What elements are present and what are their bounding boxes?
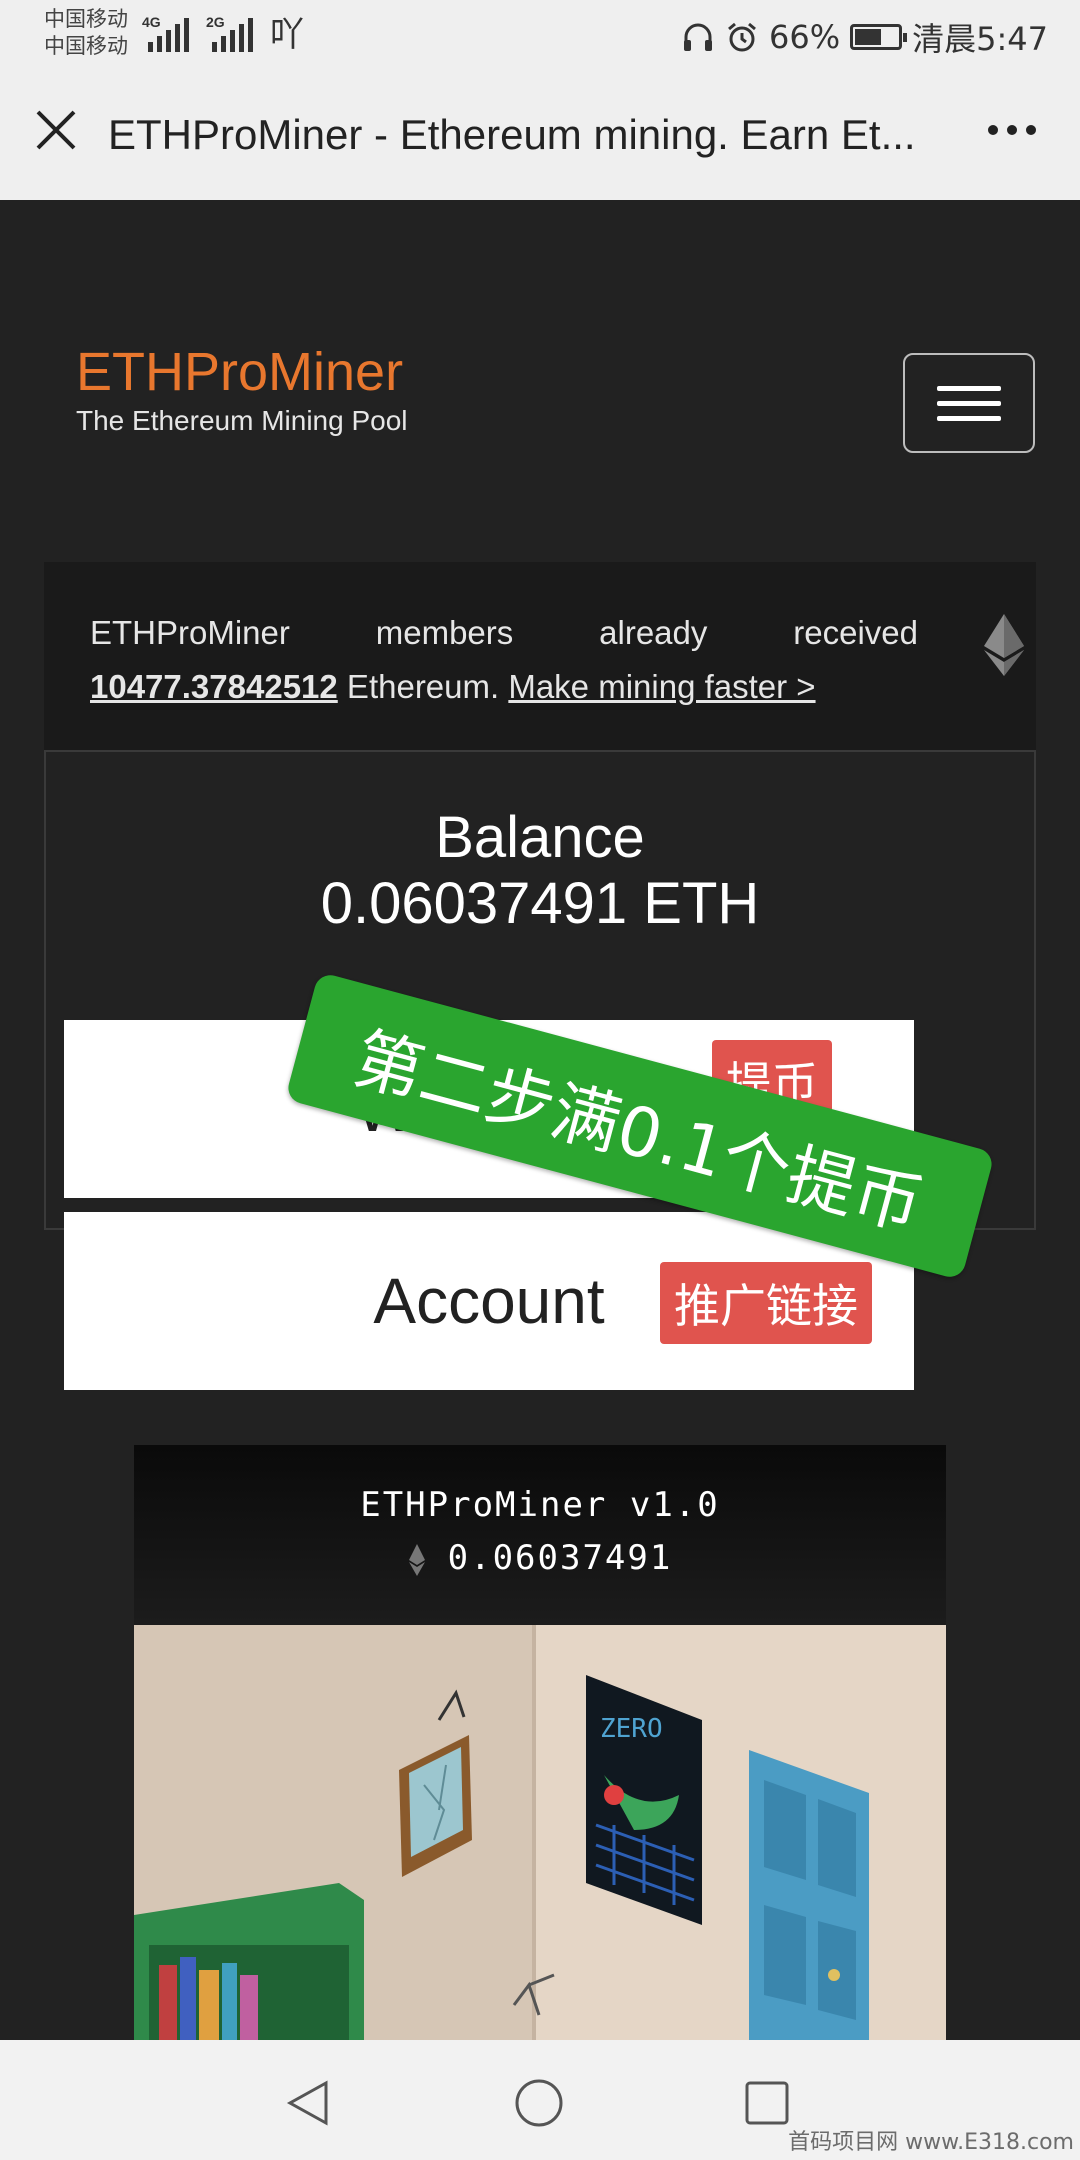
hamburger-menu-icon[interactable] [903, 353, 1035, 453]
web-content: ETHProMiner The Ethereum Mining Pool ETH… [0, 200, 1080, 2040]
notice-word: already [599, 614, 708, 651]
ethereum-icon [408, 1543, 425, 1576]
back-triangle-icon[interactable] [286, 2080, 330, 2126]
status-right: 66% 清晨5:47 [681, 14, 1048, 60]
watermark: 首码项目网 www.E318.com [788, 2130, 1074, 2155]
more-dots-icon[interactable] [988, 125, 1036, 135]
android-nav-bar: 首码项目网 www.E318.com [0, 2040, 1080, 2160]
game-header: ETHProMiner v1.0 0.06037491 [134, 1445, 946, 1625]
site-tagline: The Ethereum Mining Pool [76, 405, 408, 436]
blue-door [749, 1750, 869, 2040]
notice-unit: Ethereum. [337, 668, 509, 705]
alarm-icon [728, 22, 756, 52]
game-title: ETHProMiner v1.0 [360, 1485, 720, 1525]
browser-top-bar: ETHProMiner - Ethereum mining. Earn Et..… [0, 70, 1080, 200]
ethereum-icon [984, 614, 1024, 676]
hear-app-icon: 吖 [270, 15, 304, 55]
clock: 清晨5:47 [912, 20, 1048, 58]
battery-icon [850, 24, 908, 50]
battery-fill [855, 29, 882, 45]
total-received-amount: 10477.37842512 [90, 668, 338, 705]
status-bar: 中国移动 中国移动 4G 2G 吖 66% 清晨5:47 [0, 0, 1080, 70]
signal-icon-1 [148, 14, 189, 52]
signal-icon-2 [212, 14, 253, 52]
battery-percent: 66% [769, 18, 841, 56]
svg-text:ZERO: ZERO [600, 1714, 663, 1744]
make-mining-faster-link[interactable]: Make mining faster > [508, 668, 815, 705]
account-tag: 推广链接 [660, 1262, 872, 1344]
game-balance: 0.06037491 [447, 1538, 673, 1578]
balance-value: 0.06037491 ETH [320, 871, 760, 936]
notice-word: ETHProMiner [90, 614, 290, 651]
notice-word: received [793, 614, 918, 651]
site-brand[interactable]: ETHProMiner [76, 340, 403, 404]
notice-line-2: 10477.37842512 Ethereum. Make mining fas… [90, 668, 816, 706]
page-title: ETHProMiner - Ethereum mining. Earn Et..… [108, 111, 916, 158]
headphones-icon [684, 23, 712, 51]
game-balance-row: 0.06037491 [134, 1538, 946, 1578]
close-icon[interactable] [34, 108, 78, 152]
notice-line-1: ETHProMiner members already received [90, 614, 918, 652]
game-room-scene: ZERO [134, 1625, 946, 2040]
carrier-2: 中国移动 [44, 34, 128, 58]
notice-word: members [375, 614, 514, 651]
carrier-1: 中国移动 [44, 7, 128, 31]
home-circle-icon[interactable] [514, 2078, 564, 2128]
recents-square-icon[interactable] [744, 2080, 790, 2126]
payout-notice: ETHProMiner members already received 104… [44, 562, 1036, 750]
account-button-label: Account [373, 1265, 605, 1337]
balance-label: Balance [435, 805, 645, 870]
miner-game[interactable]: ETHProMiner v1.0 0.06037491 ZERO [134, 1445, 946, 2040]
carrier-labels: 中国移动 中国移动 [44, 6, 128, 60]
